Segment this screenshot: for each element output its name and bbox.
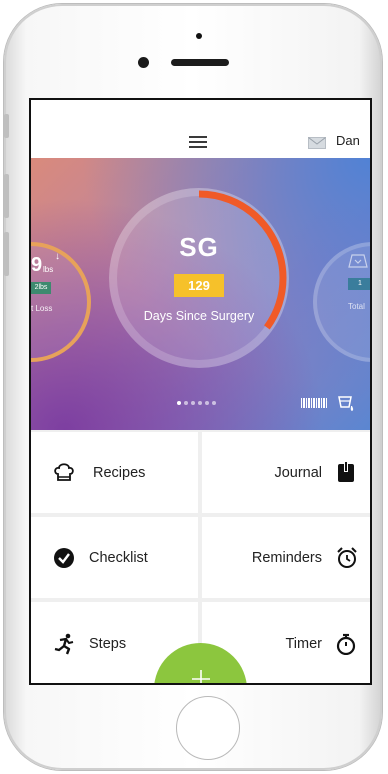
procedure-code: SG (179, 232, 219, 262)
carousel-dot[interactable] (191, 401, 195, 405)
chef-hat-icon (54, 462, 74, 481)
tile-label: Recipes (93, 464, 146, 481)
dispense-icon[interactable] (337, 395, 355, 413)
stats-carousel[interactable]: 9 lbs ↓ 2lbs t Loss 1 Total SG 129 Days … (31, 158, 370, 430)
proximity-sensor (196, 33, 202, 39)
mail-icon[interactable] (308, 137, 326, 149)
volume-down-button (4, 232, 9, 276)
carousel-pagination[interactable] (177, 401, 216, 405)
tile-journal[interactable]: Journal (202, 432, 370, 513)
user-name[interactable]: Dan (336, 133, 360, 148)
barcode-icon[interactable] (301, 398, 327, 408)
carousel-dot[interactable] (198, 401, 202, 405)
weight-loss-value: 9 (31, 254, 43, 276)
weight-loss-caption: t Loss (31, 304, 53, 313)
total-caption: Total (348, 302, 365, 311)
volume-up-button (4, 174, 9, 218)
tile-checklist[interactable]: Checklist (31, 517, 198, 598)
alarm-clock-icon (337, 546, 357, 568)
carousel-dot[interactable] (205, 401, 209, 405)
top-bar: Dan (31, 100, 370, 158)
front-camera (138, 57, 149, 68)
earpiece-speaker (171, 59, 229, 66)
total-badge: 1 (348, 278, 370, 290)
stopwatch-icon (336, 633, 356, 655)
tile-label: Steps (89, 635, 127, 652)
home-button[interactable] (176, 696, 240, 760)
tile-label: Timer (285, 635, 322, 652)
hamburger-menu-icon[interactable] (189, 136, 207, 148)
runner-icon (54, 633, 74, 654)
tile-recipes[interactable]: Recipes (31, 432, 198, 513)
tile-label: Reminders (251, 549, 322, 566)
carousel-dot[interactable] (212, 401, 216, 405)
mute-switch (4, 114, 9, 138)
days-caption: Days Since Surgery (143, 309, 255, 323)
carousel-dot[interactable] (184, 401, 188, 405)
tile-label: Checklist (89, 549, 148, 566)
weight-loss-unit: lbs (43, 265, 54, 274)
days-count-badge: 129 (174, 274, 224, 297)
tile-reminders[interactable]: Reminders (202, 517, 370, 598)
tile-label: Journal (274, 464, 322, 481)
plus-icon (192, 670, 210, 683)
journal-icon (338, 461, 354, 482)
down-arrow-icon: ↓ (55, 251, 60, 262)
check-circle-icon (54, 547, 74, 568)
scale-icon (348, 254, 368, 268)
weight-loss-badge: 2lbs (31, 282, 51, 294)
carousel-dot[interactable] (177, 401, 181, 405)
app-screen: Dan 9 lbs ↓ 2lbs t Loss 1 Total SG 129 D… (29, 98, 372, 685)
